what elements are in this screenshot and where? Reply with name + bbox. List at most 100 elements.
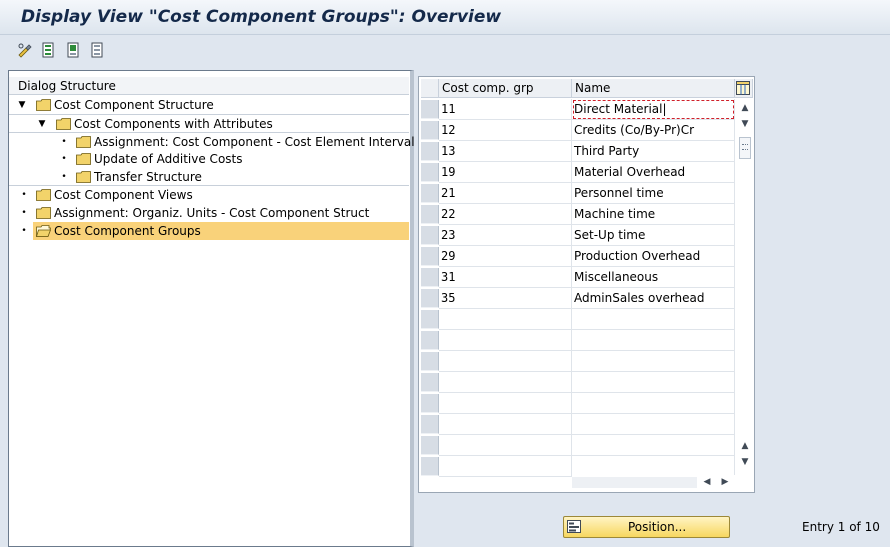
position-button[interactable]: Position... (563, 516, 730, 538)
cell-name[interactable]: AdminSales overhead (572, 288, 735, 309)
cell-cost-comp-grp[interactable] (439, 309, 572, 330)
scroll-right-icon[interactable]: ▶ (718, 475, 732, 489)
cell-name[interactable]: Personnel time (572, 183, 735, 204)
tree-bullet: • (21, 226, 27, 236)
title-bar: Display View "Cost Component Groups": Ov… (0, 0, 890, 35)
cell-name[interactable] (572, 330, 735, 351)
cell-name[interactable] (572, 351, 735, 372)
row-selector[interactable] (421, 268, 439, 287)
cell-name[interactable] (572, 456, 735, 477)
row-selector-header[interactable] (421, 79, 439, 98)
row-selector[interactable] (421, 205, 439, 224)
row-selector[interactable] (421, 247, 439, 266)
cell-name[interactable] (572, 414, 735, 435)
cell-name[interactable] (572, 309, 735, 330)
scroll-page-down-icon[interactable]: ▼ (738, 455, 752, 469)
cell-cost-comp-grp[interactable]: 29 (439, 246, 572, 267)
row-selector[interactable] (421, 436, 439, 455)
row-selector[interactable] (421, 121, 439, 140)
column-settings-button[interactable] (735, 79, 753, 98)
select-block-icon[interactable] (65, 41, 83, 59)
tree-item-update-additive-costs[interactable]: • Update of Additive Costs (9, 150, 409, 168)
tree-item-cost-component-groups[interactable]: • Cost Component Groups (9, 222, 409, 240)
cell-name[interactable]: Material Overhead (572, 162, 735, 183)
cell-name[interactable] (572, 372, 735, 393)
row-selector[interactable] (421, 289, 439, 308)
cell-cost-comp-grp[interactable]: 21 (439, 183, 572, 204)
dialog-structure-header: Dialog Structure (9, 77, 409, 95)
tree-item-label: Transfer Structure (94, 170, 202, 184)
row-selector[interactable] (421, 394, 439, 413)
scroll-page-up-icon[interactable]: ▲ (738, 439, 752, 453)
tree-item-cost-component-views[interactable]: • Cost Component Views (9, 186, 409, 204)
cell-cost-comp-grp[interactable] (439, 414, 572, 435)
cell-cost-comp-grp[interactable]: 22 (439, 204, 572, 225)
cell-cost-comp-grp[interactable]: 35 (439, 288, 572, 309)
row-selector[interactable] (421, 415, 439, 434)
cell-name[interactable]: Production Overhead (572, 246, 735, 267)
dialog-structure-panel: Dialog Structure ▼ Cost Component Struct… (8, 70, 415, 547)
row-selector[interactable] (421, 142, 439, 161)
cell-cost-comp-grp[interactable]: 11 (439, 99, 572, 120)
tree-item-label: Assignment: Organiz. Units - Cost Compon… (54, 206, 370, 220)
cell-cost-comp-grp[interactable] (439, 351, 572, 372)
cell-name[interactable]: Credits (Co/By-Pr)Cr (572, 120, 735, 141)
tree-bullet: • (61, 172, 67, 182)
tree-item-label: Cost Component Views (54, 188, 193, 202)
tree-item-transfer-structure[interactable]: • Transfer Structure (9, 168, 409, 186)
cell-cost-comp-grp[interactable]: 12 (439, 120, 572, 141)
row-selector[interactable] (421, 457, 439, 476)
cell-name[interactable] (572, 393, 735, 414)
tree-bullet: • (21, 190, 27, 200)
scroll-left-icon[interactable]: ◀ (700, 475, 714, 489)
tree-item-cost-components-with-attributes[interactable]: ▼ Cost Components with Attributes (9, 114, 409, 132)
tree-item-assignment-organiz-units[interactable]: • Assignment: Organiz. Units - Cost Comp… (9, 204, 409, 222)
tree-item-cost-component-structure[interactable]: ▼ Cost Component Structure (9, 96, 409, 114)
horizontal-scrollbar[interactable]: ◀ ▶ (572, 475, 753, 490)
cell-cost-comp-grp[interactable]: 19 (439, 162, 572, 183)
cell-cost-comp-grp[interactable] (439, 393, 572, 414)
cell-cost-comp-grp[interactable] (439, 456, 572, 477)
row-selector[interactable] (421, 184, 439, 203)
cell-name[interactable] (572, 435, 735, 456)
cell-cost-comp-grp[interactable]: 31 (439, 267, 572, 288)
cell-cost-comp-grp[interactable] (439, 330, 572, 351)
cell-cost-comp-grp[interactable] (439, 435, 572, 456)
column-header-cost-comp-grp[interactable]: Cost comp. grp (439, 79, 572, 98)
row-selector[interactable] (421, 331, 439, 350)
page-title: Display View "Cost Component Groups": Ov… (21, 7, 502, 27)
tree-item-assignment-cost-element-interval[interactable]: • Assignment: Cost Component - Cost Elem… (9, 132, 415, 150)
select-all-icon[interactable] (40, 41, 58, 59)
cell-name[interactable]: Set-Up time (572, 225, 735, 246)
cell-name[interactable]: Machine time (572, 204, 735, 225)
folder-icon (76, 153, 91, 165)
row-selector[interactable] (421, 226, 439, 245)
tree-item-label: Cost Components with Attributes (74, 117, 273, 131)
folder-icon (36, 99, 51, 111)
collapse-arrow-icon[interactable]: ▼ (17, 96, 27, 114)
cell-name[interactable]: Miscellaneous (572, 267, 735, 288)
tree-bullet: • (61, 137, 67, 147)
cell-name[interactable]: Direct Material| (572, 99, 735, 120)
scroll-thumb[interactable] (739, 137, 751, 159)
row-selector[interactable] (421, 100, 439, 119)
position-icon (567, 520, 581, 533)
row-selector[interactable] (421, 310, 439, 329)
folder-icon (36, 207, 51, 219)
scroll-up-icon[interactable]: ▲ (738, 101, 752, 115)
scroll-down-icon[interactable]: ▼ (738, 117, 752, 131)
row-selector[interactable] (421, 373, 439, 392)
deselect-all-icon[interactable] (89, 41, 107, 59)
cell-name[interactable]: Third Party (572, 141, 735, 162)
collapse-arrow-icon[interactable]: ▼ (37, 115, 47, 133)
row-selector[interactable] (421, 163, 439, 182)
row-selector[interactable] (421, 352, 439, 371)
cell-cost-comp-grp[interactable]: 13 (439, 141, 572, 162)
cell-cost-comp-grp[interactable]: 23 (439, 225, 572, 246)
folder-icon (76, 136, 91, 148)
tree-item-label: Cost Component Groups (54, 224, 201, 238)
column-header-name[interactable]: Name (572, 79, 735, 98)
cell-cost-comp-grp[interactable] (439, 372, 572, 393)
edit-glasses-icon[interactable] (16, 41, 34, 59)
vertical-scrollbar[interactable]: ▲ ▼ ▲ ▼ (737, 99, 753, 471)
